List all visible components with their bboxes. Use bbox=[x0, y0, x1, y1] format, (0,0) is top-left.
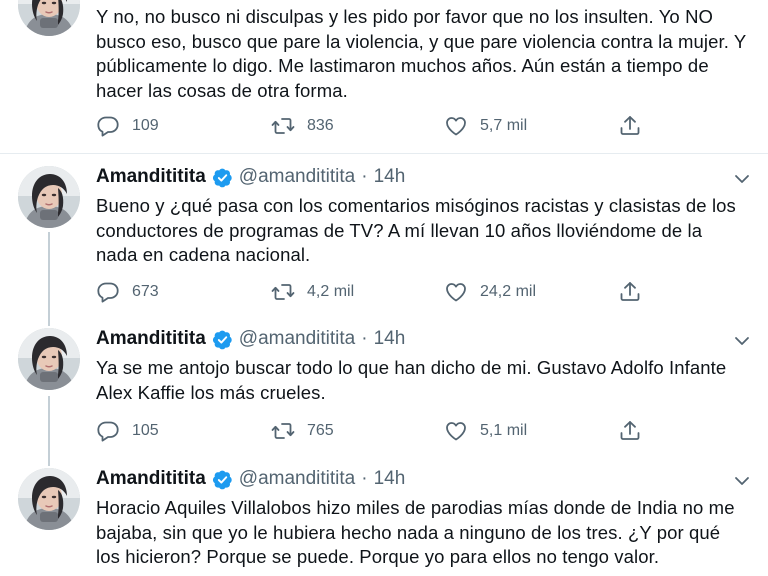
like-count: 5,7 mil bbox=[480, 117, 528, 134]
share-button[interactable] bbox=[618, 419, 654, 443]
retweet-icon bbox=[271, 114, 295, 138]
tweet-1[interactable]: Amandititita @amandititita · 14h Bueno y… bbox=[0, 154, 768, 314]
tweet-header: Amandititita @amandititita · 14h bbox=[96, 468, 405, 490]
retweet-button[interactable]: 836 bbox=[271, 114, 334, 138]
like-icon bbox=[444, 419, 468, 443]
timestamp[interactable]: 14h bbox=[374, 166, 406, 188]
tweet-actions: 109 836 5,7 mil bbox=[96, 114, 656, 140]
tweet-text: Ya se me antojo buscar todo lo que han d… bbox=[96, 357, 727, 403]
timestamp[interactable]: 14h bbox=[374, 328, 406, 350]
tweet-actions: 105 765 5,1 mil bbox=[96, 419, 656, 445]
verified-badge-icon bbox=[212, 167, 233, 188]
reply-button[interactable]: 109 bbox=[96, 114, 159, 138]
retweet-count: 765 bbox=[307, 422, 334, 439]
separator-dot: · bbox=[361, 468, 368, 489]
handle[interactable]: @amandititita bbox=[239, 328, 355, 350]
reply-count: 105 bbox=[132, 422, 159, 439]
reply-count: 673 bbox=[132, 283, 159, 300]
share-icon bbox=[618, 419, 642, 443]
tweet-2[interactable]: Amandititita @amandititita · 14h Ya se m… bbox=[0, 314, 768, 454]
share-button[interactable] bbox=[618, 114, 654, 138]
retweet-count: 836 bbox=[307, 117, 334, 134]
share-icon bbox=[618, 280, 642, 304]
display-name[interactable]: Amandititita bbox=[96, 328, 206, 350]
verified-badge-icon bbox=[212, 469, 233, 490]
timestamp[interactable]: 14h bbox=[374, 468, 406, 490]
retweet-count: 4,2 mil bbox=[307, 283, 355, 300]
avatar[interactable] bbox=[18, 468, 80, 530]
chevron-down-icon[interactable] bbox=[734, 336, 750, 346]
reply-button[interactable]: 673 bbox=[96, 280, 159, 304]
avatar[interactable] bbox=[18, 166, 80, 228]
like-icon bbox=[444, 280, 468, 304]
retweet-button[interactable]: 765 bbox=[271, 419, 334, 443]
handle[interactable]: @amandititita bbox=[239, 166, 355, 188]
reply-button[interactable]: 105 bbox=[96, 419, 159, 443]
chevron-down-icon[interactable] bbox=[734, 476, 750, 486]
share-button[interactable] bbox=[618, 280, 654, 304]
tweet-text: Horacio Aquiles Villalobos hizo miles de… bbox=[96, 497, 735, 567]
tweet-3[interactable]: Amandititita @amandititita · 14h Horacio… bbox=[0, 454, 768, 576]
display-name[interactable]: Amandititita bbox=[96, 468, 206, 490]
like-icon bbox=[444, 114, 468, 138]
avatar[interactable] bbox=[18, 0, 80, 36]
tweet-text: Bueno y ¿qué pasa con los comentarios mi… bbox=[96, 195, 736, 265]
tweet-0[interactable]: Y no, no busco ni disculpas y les pido p… bbox=[0, 0, 768, 153]
tweet-text: Y no, no busco ni disculpas y les pido p… bbox=[96, 6, 746, 101]
verified-badge-icon bbox=[212, 329, 233, 350]
like-button[interactable]: 5,1 mil bbox=[444, 419, 527, 443]
retweet-icon bbox=[271, 419, 295, 443]
reply-icon bbox=[96, 114, 120, 138]
chevron-down-icon[interactable] bbox=[734, 174, 750, 184]
separator-dot: · bbox=[361, 328, 368, 349]
tweet-header: Amandititita @amandititita · 14h bbox=[96, 166, 405, 188]
tweet-header: Amandititita @amandititita · 14h bbox=[96, 328, 405, 350]
like-button[interactable]: 5,7 mil bbox=[444, 114, 527, 138]
like-count: 5,1 mil bbox=[480, 422, 528, 439]
display-name[interactable]: Amandititita bbox=[96, 166, 206, 188]
like-count: 24,2 mil bbox=[480, 283, 537, 300]
avatar[interactable] bbox=[18, 328, 80, 390]
reply-icon bbox=[96, 419, 120, 443]
handle[interactable]: @amandititita bbox=[239, 468, 355, 490]
retweet-button[interactable]: 4,2 mil bbox=[271, 280, 354, 304]
reply-icon bbox=[96, 280, 120, 304]
retweet-icon bbox=[271, 280, 295, 304]
like-button[interactable]: 24,2 mil bbox=[444, 280, 536, 304]
share-icon bbox=[618, 114, 642, 138]
tweet-actions: 673 4,2 mil 24,2 mil bbox=[96, 280, 656, 306]
separator-dot: · bbox=[361, 166, 368, 187]
reply-count: 109 bbox=[132, 117, 159, 134]
